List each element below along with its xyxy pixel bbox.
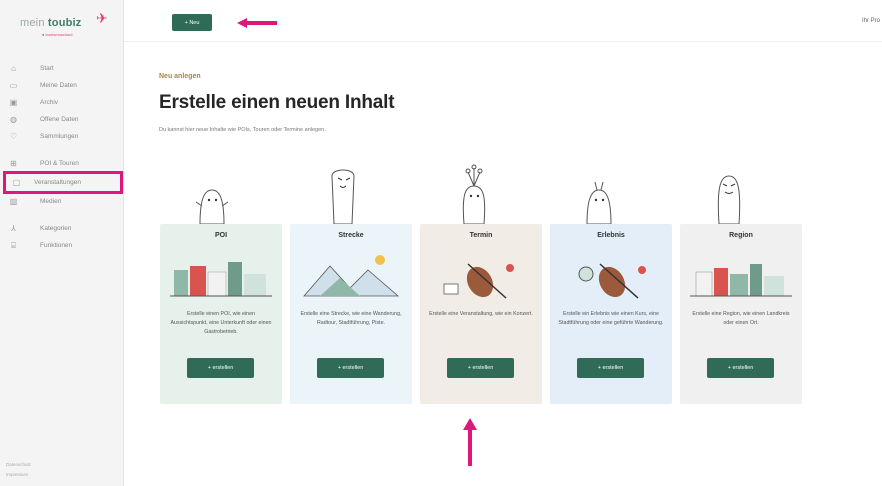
sidebar-item-poi-touren[interactable]: ⊞ POI & Touren xyxy=(0,155,124,172)
card-title: POI xyxy=(214,232,228,239)
create-erlebnis-button[interactable]: + erstellen xyxy=(577,358,644,378)
card-title: Termin xyxy=(469,232,493,239)
page-title: Erstelle einen neuen Inhalt xyxy=(159,92,395,113)
home-icon: ⌂ xyxy=(11,64,16,73)
sidebar-item-archiv[interactable]: ▣ Archiv xyxy=(0,94,124,111)
inbox-icon: ▭ xyxy=(9,81,18,90)
sidebar-item-offene-daten[interactable]: ◍ Offene Daten xyxy=(0,111,124,128)
main-content: Neu anlegen Erstelle einen neuen Inhalt … xyxy=(124,42,882,486)
logo-subtitle: ● tourismuscloud xyxy=(42,32,73,37)
card-description: Erstelle ein Erlebnis wie einen Kurs, ei… xyxy=(558,311,664,326)
impressum-link[interactable]: Impressum xyxy=(6,472,28,477)
card-title: Strecke xyxy=(338,232,364,239)
card-description: Erstelle eine Veranstaltung, wie ein Kon… xyxy=(429,311,533,317)
card-title: Region xyxy=(729,232,753,239)
building-icon: ⌸ xyxy=(11,241,16,250)
profile-menu[interactable]: Ihr Pro xyxy=(862,18,880,24)
logo-text: mein toubiz xyxy=(20,17,82,29)
bird-icon: ✈ xyxy=(96,10,108,26)
card-termin: Termin Erstelle eine Veranstaltung, wie … xyxy=(420,224,542,404)
mascot-icon xyxy=(195,189,229,224)
mascot-icon xyxy=(586,181,612,224)
page-description: Du kannst hier neue Inhalte wie POIs, To… xyxy=(159,127,326,133)
topbar: + Neu Ihr Pro xyxy=(124,0,882,42)
card-description: Erstelle eine Region, wie einen Landkrei… xyxy=(692,311,790,326)
create-termin-button[interactable]: + erstellen xyxy=(447,358,514,378)
sidebar: mein toubiz ✈ ● tourismuscloud ⌂ Start ▭… xyxy=(0,0,124,486)
create-region-button[interactable]: + erstellen xyxy=(707,358,774,378)
card-title: Erlebnis xyxy=(597,232,625,239)
mascot-icon xyxy=(462,164,486,224)
sidebar-item-medien[interactable]: ▨ Medien xyxy=(0,193,124,210)
sidebar-item-start[interactable]: ⌂ Start xyxy=(0,60,124,77)
card-erlebnis: Erlebnis Erstelle ein Erlebnis wie einen… xyxy=(550,224,672,404)
create-strecke-button[interactable]: + erstellen xyxy=(317,358,384,378)
card-description: Erstelle eine Strecke, wie eine Wanderun… xyxy=(300,311,402,326)
sidebar-item-funktionen[interactable]: ⌸ Funktionen xyxy=(0,237,124,254)
town-illustration xyxy=(690,264,792,297)
experience-illustration xyxy=(578,263,646,299)
sidebar-item-meine-daten[interactable]: ▭ Meine Daten xyxy=(0,77,124,94)
village-illustration xyxy=(170,262,272,297)
image-icon: ▨ xyxy=(9,197,18,206)
sidebar-item-sammlungen[interactable]: ♡ Sammlungen xyxy=(0,128,124,145)
calendar-icon: ▢ xyxy=(12,178,21,187)
card-poi: POI Erstelle einen POI, wie einen Aussic… xyxy=(160,224,282,404)
app: mein toubiz ✈ ● tourismuscloud ⌂ Start ▭… xyxy=(0,0,882,486)
create-poi-button[interactable]: + erstellen xyxy=(187,358,254,378)
heart-icon: ♡ xyxy=(9,132,18,141)
tree-icon: ⅄ xyxy=(11,224,16,233)
card-strecke: Strecke Erstelle eine Strecke, wie eine … xyxy=(290,224,412,404)
eyebrow: Neu anlegen xyxy=(159,73,201,80)
globe-icon: ◍ xyxy=(10,115,17,124)
card-region: Region Erstelle eine Region, wie einen L… xyxy=(680,224,802,404)
concert-illustration xyxy=(443,263,514,299)
datenschutz-link[interactable]: Datenschutz xyxy=(6,462,31,467)
mascot-icon xyxy=(331,169,355,224)
new-button[interactable]: + Neu xyxy=(172,14,212,31)
mascot-icon xyxy=(717,175,741,224)
card-description: Erstelle einen POI, wie einen Aussichtsp… xyxy=(170,311,272,335)
map-icon: ⊞ xyxy=(10,159,17,168)
annotation-arrow-up xyxy=(463,418,477,466)
annotation-arrow-left xyxy=(237,18,277,28)
mountains-illustration xyxy=(303,255,400,297)
sidebar-item-veranstaltungen[interactable]: ▢ Veranstaltungen xyxy=(3,171,123,194)
logo[interactable]: mein toubiz ✈ ● tourismuscloud xyxy=(12,8,112,40)
archive-icon: ▣ xyxy=(9,98,18,107)
sidebar-nav: ⌂ Start ▭ Meine Daten ▣ Archiv ◍ Offene … xyxy=(0,60,124,254)
sidebar-item-kategorien[interactable]: ⅄ Kategorien xyxy=(0,220,124,237)
